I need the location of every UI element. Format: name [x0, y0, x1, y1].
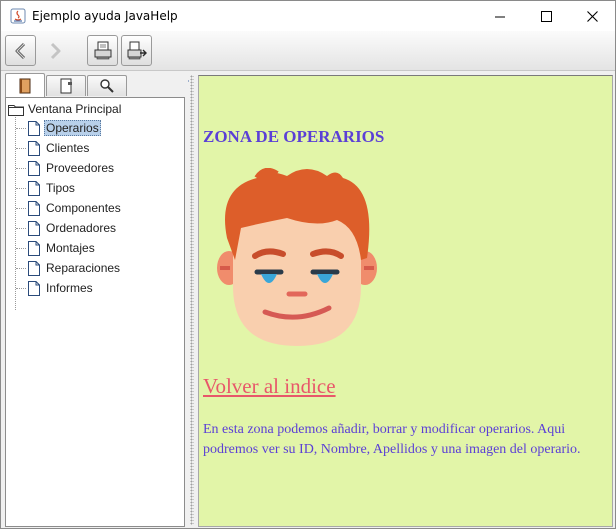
toolbar	[1, 31, 615, 71]
tree-item-label: Montajes	[46, 241, 95, 255]
document-icon	[28, 160, 40, 176]
tree-connector	[16, 287, 26, 289]
page-setup-button[interactable]	[121, 35, 152, 66]
content-page: ZONA DE OPERARIOS Volver al indice En es…	[199, 76, 612, 526]
window-title: Ejemplo ayuda JavaHelp	[32, 9, 178, 23]
print-icon	[94, 41, 111, 59]
tree-item-label: Clientes	[46, 141, 90, 155]
pane-splitter[interactable]	[189, 72, 197, 528]
tree-item[interactable]: Reparaciones	[16, 258, 122, 278]
splitter-grip[interactable]	[190, 75, 194, 525]
tree-item-label: Reparaciones	[46, 261, 121, 275]
tree-connector	[16, 227, 26, 229]
navigator-tabs	[3, 73, 187, 97]
tree-item-label: Ordenadores	[46, 221, 117, 235]
tree-item[interactable]: Montajes	[16, 238, 97, 258]
minimize-icon	[494, 16, 505, 17]
tree-item[interactable]: Clientes	[16, 138, 91, 158]
navigator-pane: Ventana Principal Operarios Clientes Prove…	[1, 72, 192, 528]
document-icon	[28, 120, 40, 136]
forward-icon	[50, 42, 60, 59]
tree-connector	[16, 167, 26, 169]
tree-item-label: Informes	[46, 281, 93, 295]
close-button[interactable]	[569, 1, 615, 31]
tree-item[interactable]: Tipos	[16, 178, 77, 198]
tree-root-label: Ventana Principal	[28, 102, 122, 116]
tree-item-label: Componentes	[46, 201, 121, 215]
tree-connector	[16, 147, 26, 149]
folder-icon	[8, 104, 24, 116]
tree-item-label: Tipos	[46, 181, 75, 195]
tree-item[interactable]: Componentes	[16, 198, 123, 218]
document-icon	[28, 220, 40, 236]
tree-item-label: Proveedores	[46, 161, 115, 175]
back-to-index-link[interactable]: Volver al indice	[203, 374, 336, 399]
help-content: ZONA DE OPERARIOS Volver al indice En es…	[198, 75, 613, 527]
tree-connector	[16, 267, 26, 269]
toc-tree: Ventana Principal Operarios Clientes Prove…	[5, 97, 185, 527]
tab-search[interactable]	[87, 75, 127, 96]
document-icon	[28, 180, 40, 196]
tree-connector	[16, 127, 26, 129]
tree-item[interactable]: Informes	[16, 278, 95, 298]
tab-index[interactable]	[46, 75, 86, 96]
document-icon	[28, 200, 40, 216]
maximize-button[interactable]	[523, 1, 569, 31]
tree-item-label: Operarios	[44, 120, 101, 136]
page-setup-icon	[127, 41, 147, 59]
java-icon	[10, 8, 26, 24]
tree-root[interactable]: Ventana Principal	[8, 101, 121, 117]
title-bar: Ejemplo ayuda JavaHelp	[1, 1, 615, 31]
operator-avatar-image	[217, 168, 377, 346]
maximize-icon	[540, 10, 552, 22]
page-heading: ZONA DE OPERARIOS	[203, 127, 385, 146]
book-icon	[19, 78, 31, 93]
back-button[interactable]	[5, 35, 36, 66]
document-icon	[28, 260, 40, 276]
document-icon	[28, 240, 40, 256]
tree-connector	[16, 247, 26, 249]
print-button[interactable]	[87, 35, 118, 66]
index-icon	[60, 78, 72, 94]
close-icon	[586, 10, 598, 22]
tree-item[interactable]: Proveedores	[16, 158, 116, 178]
tree-connector	[16, 207, 26, 209]
tab-contents[interactable]	[5, 73, 45, 97]
minimize-button[interactable]	[477, 1, 523, 31]
back-icon	[15, 42, 25, 59]
page-description: En esta zona podemos añadir, borrar y mo…	[203, 422, 581, 457]
tree-item[interactable]: Ordenadores	[16, 218, 118, 238]
search-icon	[100, 79, 114, 93]
help-window: Ejemplo ayuda JavaHelp Ventana Principal…	[0, 0, 616, 529]
forward-button[interactable]	[39, 35, 70, 66]
tree-connector	[16, 187, 26, 189]
document-icon	[28, 280, 40, 296]
tree-item[interactable]: Operarios	[16, 118, 101, 138]
document-icon	[28, 140, 40, 156]
